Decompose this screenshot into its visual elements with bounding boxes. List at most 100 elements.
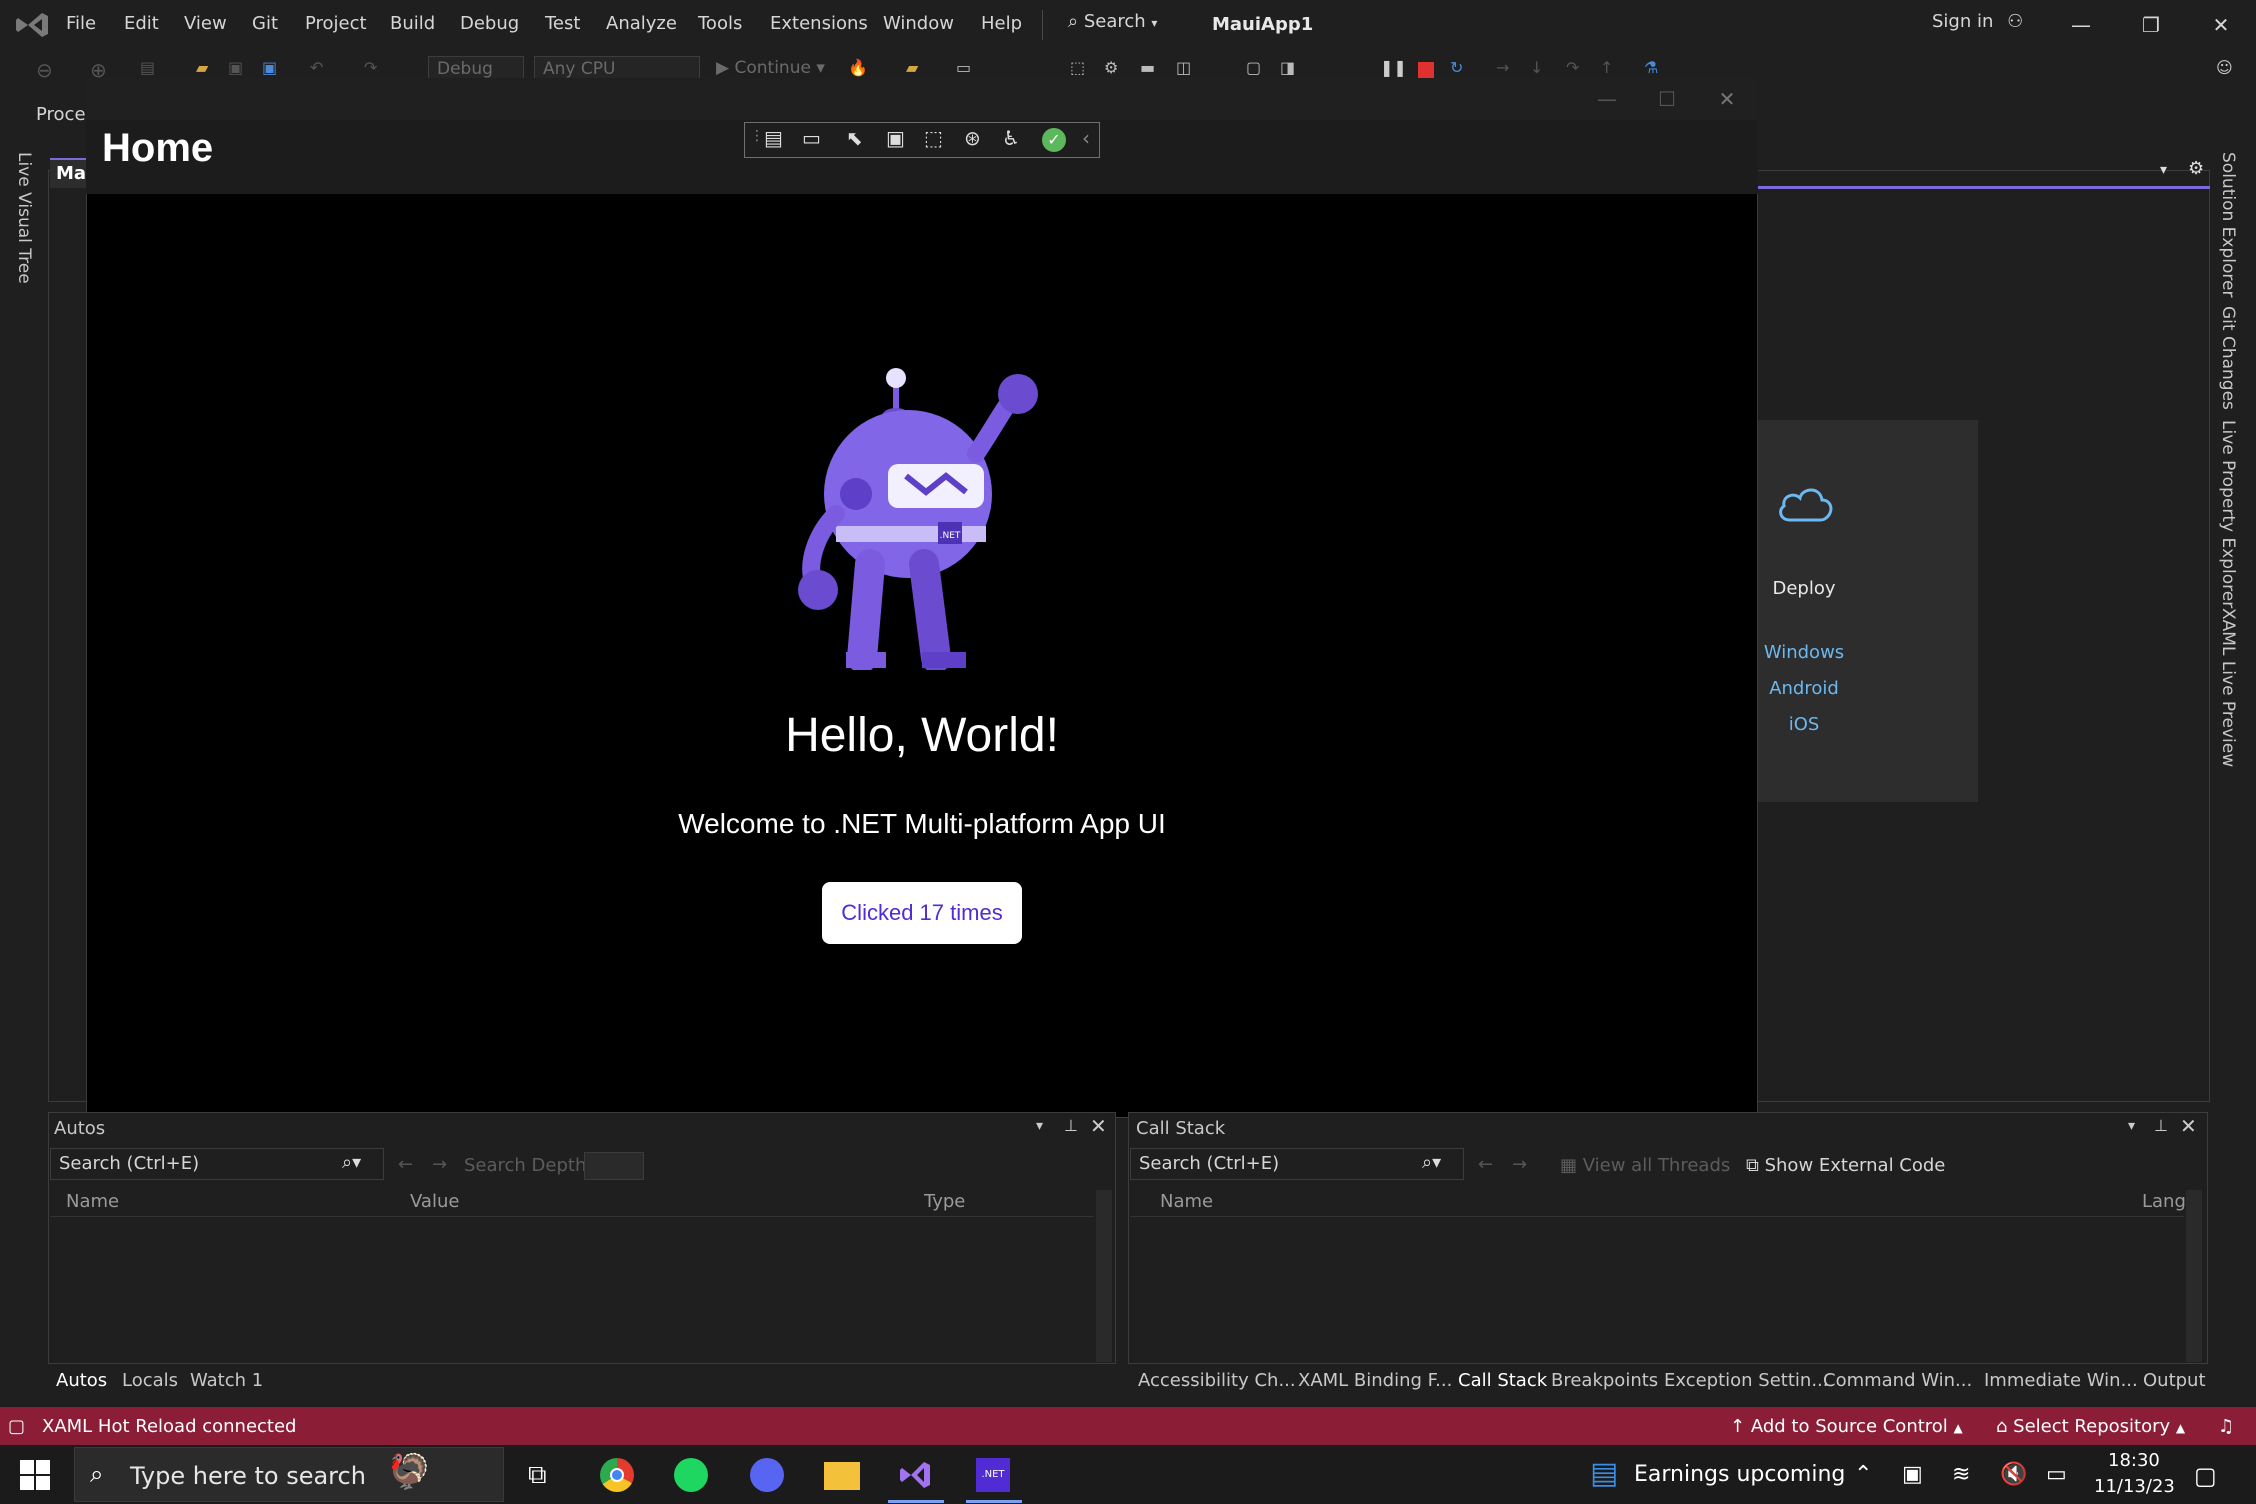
- taskbar-search-input[interactable]: Type here to search: [130, 1462, 366, 1490]
- news-widget[interactable]: Earnings upcoming: [1634, 1462, 1845, 1487]
- call-stack-dropdown-icon[interactable]: ▾: [2128, 1118, 2135, 1134]
- tab-accessibility-checker[interactable]: Accessibility Ch...: [1138, 1370, 1296, 1391]
- feedback-icon[interactable]: ☺: [2216, 58, 2238, 80]
- menu-build[interactable]: Build: [390, 13, 435, 34]
- tab-xaml-binding-failures[interactable]: XAML Binding F...: [1298, 1370, 1452, 1391]
- call-stack-pin-icon[interactable]: ⊥: [2154, 1116, 2168, 1135]
- autos-scrollbar[interactable]: [1096, 1190, 1112, 1362]
- pause-icon[interactable]: ❚❚: [1380, 58, 1407, 80]
- maui-app-taskbar-icon[interactable]: .NET: [976, 1458, 1010, 1492]
- redo-icon[interactable]: ↷: [364, 58, 386, 80]
- stop-icon[interactable]: [1418, 62, 1434, 78]
- device-icon[interactable]: ▬: [1140, 58, 1162, 80]
- call-stack-col-name[interactable]: Name: [1160, 1191, 1213, 1212]
- display-adorners-icon[interactable]: ▣: [886, 126, 905, 150]
- clock-time[interactable]: 18:30: [2108, 1450, 2160, 1471]
- menu-tools[interactable]: Tools: [698, 13, 742, 34]
- call-stack-close-icon[interactable]: ✕: [2180, 1114, 2197, 1138]
- discord-icon[interactable]: [750, 1458, 784, 1492]
- volume-muted-icon[interactable]: 🔇: [2000, 1462, 2027, 1487]
- hot-reload-on-save-icon[interactable]: ⚗: [1644, 58, 1666, 80]
- search-button[interactable]: ⌕ Search ▾: [1068, 11, 1157, 32]
- tab-live-visual-tree[interactable]: Live Visual Tree: [14, 152, 34, 284]
- autos-search-forward-icon[interactable]: →: [432, 1154, 447, 1175]
- select-icon[interactable]: ⬚: [1070, 58, 1092, 80]
- app-minimize-button[interactable]: —: [1592, 84, 1622, 114]
- counter-button[interactable]: Clicked 17 times: [822, 882, 1022, 944]
- autos-col-type[interactable]: Type: [924, 1191, 965, 1212]
- autos-pin-icon[interactable]: ⊥: [1064, 1116, 1078, 1135]
- spotify-icon[interactable]: [674, 1458, 708, 1492]
- back-icon[interactable]: ⊖: [36, 58, 58, 82]
- go-to-live-visual-tree-icon[interactable]: ▤: [764, 126, 783, 150]
- display-icon[interactable]: ▣: [1902, 1462, 1923, 1487]
- task-view-icon[interactable]: ⧉: [528, 1460, 547, 1491]
- show-next-statement-icon[interactable]: →: [1496, 58, 1518, 80]
- hot-reload-status[interactable]: XAML Hot Reload connected: [42, 1416, 296, 1437]
- step-over-icon[interactable]: ↷: [1566, 58, 1588, 80]
- tab-autos[interactable]: Autos: [56, 1370, 107, 1391]
- news-icon[interactable]: ▤: [1590, 1456, 1618, 1491]
- search-depth-dropdown[interactable]: [584, 1152, 644, 1180]
- grip-icon[interactable]: ⋮: [750, 128, 764, 144]
- folder-icon[interactable]: ▰: [906, 58, 928, 80]
- menu-edit[interactable]: Edit: [124, 13, 159, 34]
- show-hidden-icons-icon[interactable]: ⌃: [1854, 1462, 1872, 1487]
- select-element-icon[interactable]: ⬉: [846, 126, 863, 150]
- window-icon[interactable]: ▭: [956, 58, 978, 80]
- chrome-icon[interactable]: [600, 1458, 634, 1492]
- tab-overflow-icon[interactable]: ▾: [2160, 162, 2167, 178]
- autos-col-value[interactable]: Value: [410, 1191, 459, 1212]
- select-repository-button[interactable]: ⌂ Select Repository ▲: [1996, 1416, 2185, 1437]
- call-stack-back-icon[interactable]: ←: [1478, 1154, 1493, 1175]
- windows-start-icon[interactable]: [20, 1460, 50, 1490]
- restore-button[interactable]: ❐: [2136, 10, 2166, 40]
- app-close-button[interactable]: ✕: [1712, 84, 1742, 114]
- autos-search-input[interactable]: Search (Ctrl+E): [50, 1148, 384, 1180]
- tab-breakpoints[interactable]: Breakpoints: [1551, 1370, 1658, 1391]
- notifications-bell-icon[interactable]: ♫: [2218, 1416, 2234, 1437]
- layout-icon[interactable]: ◫: [1176, 58, 1198, 80]
- autos-col-name[interactable]: Name: [66, 1191, 119, 1212]
- tab-watch-1[interactable]: Watch 1: [190, 1370, 263, 1391]
- deploy-link-ios[interactable]: iOS: [1758, 714, 1850, 735]
- clock-date[interactable]: 11/13/23: [2094, 1476, 2175, 1497]
- close-button[interactable]: ✕: [2206, 10, 2236, 40]
- menu-view[interactable]: View: [184, 13, 227, 34]
- deploy-link-android[interactable]: Android: [1758, 678, 1850, 699]
- forward-icon[interactable]: ⊕: [90, 58, 112, 82]
- menu-analyze[interactable]: Analyze: [606, 13, 677, 34]
- call-stack-col-lang[interactable]: Lang: [2142, 1191, 2186, 1212]
- collapse-toolbar-icon[interactable]: ‹: [1082, 126, 1090, 150]
- thanksgiving-doodle-icon[interactable]: 🦃: [388, 1452, 430, 1492]
- save-icon[interactable]: ▣: [228, 58, 250, 80]
- undo-icon[interactable]: ↶: [310, 58, 332, 80]
- tab-call-stack[interactable]: Call Stack: [1458, 1370, 1547, 1391]
- call-stack-search-input[interactable]: Search (Ctrl+E): [1130, 1148, 1464, 1180]
- debug-target-icon[interactable]: ⚙: [1104, 58, 1126, 80]
- visual-studio-taskbar-icon[interactable]: [898, 1458, 932, 1492]
- accessibility-icon[interactable]: ♿: [1002, 126, 1020, 150]
- tab-output[interactable]: Output: [2143, 1370, 2206, 1391]
- track-focus-icon[interactable]: ⬚: [924, 126, 943, 150]
- show-external-code-button[interactable]: ⧉ Show External Code: [1746, 1155, 1945, 1176]
- tab-command-window[interactable]: Command Win...: [1823, 1370, 1972, 1391]
- tab-exception-settings[interactable]: Exception Settin...: [1664, 1370, 1829, 1391]
- menu-help[interactable]: Help: [981, 13, 1022, 34]
- add-to-source-control-button[interactable]: ↑ Add to Source Control ▲: [1730, 1416, 1963, 1437]
- view-all-threads-button[interactable]: ▦ View all Threads: [1560, 1155, 1730, 1176]
- tab-solution-explorer[interactable]: Solution Explorer: [2218, 152, 2238, 297]
- camera-icon[interactable]: ▭: [802, 126, 821, 150]
- open-folder-icon[interactable]: ▰: [196, 58, 218, 80]
- tab-locals[interactable]: Locals: [122, 1370, 178, 1391]
- call-stack-forward-icon[interactable]: →: [1512, 1154, 1527, 1175]
- autos-dropdown-icon[interactable]: ▾: [1036, 1118, 1043, 1134]
- sign-in-button[interactable]: Sign in ⚇: [1932, 11, 2023, 32]
- restart-icon[interactable]: ↻: [1450, 58, 1472, 80]
- menu-git[interactable]: Git: [252, 13, 278, 34]
- settings-gear-icon[interactable]: ⚙: [2188, 158, 2204, 179]
- autos-search-icon[interactable]: ⌕▾: [342, 1152, 361, 1173]
- step-out-icon[interactable]: ↑: [1600, 58, 1622, 80]
- frame-icon[interactable]: ▢: [1246, 58, 1268, 80]
- minimize-button[interactable]: —: [2066, 10, 2096, 40]
